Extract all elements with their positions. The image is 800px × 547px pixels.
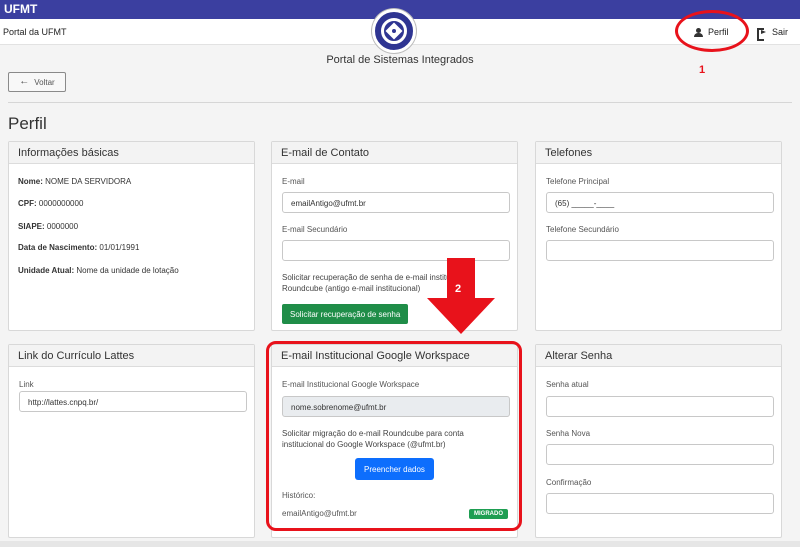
current-password-label: Senha atual xyxy=(546,380,589,389)
lattes-card: Link do Currículo Lattes Link http://lat… xyxy=(8,344,255,538)
annotation-arrow-icon xyxy=(427,258,495,334)
main-phone-input[interactable]: (65) _____-____ xyxy=(546,192,774,213)
main-phone-label: Telefone Principal xyxy=(546,177,610,186)
confirm-password-label: Confirmação xyxy=(546,478,592,487)
change-password-title: Alterar Senha xyxy=(536,345,781,367)
phones-title: Telefones xyxy=(536,142,781,164)
new-password-input[interactable] xyxy=(546,444,774,465)
info-birth-date: Data de Nascimento: 01/01/1991 xyxy=(18,243,140,252)
divider xyxy=(8,102,792,103)
logout-icon xyxy=(757,27,767,41)
logout-button[interactable]: Sair xyxy=(757,27,789,41)
request-password-recovery-button[interactable]: Solicitar recuperação de senha xyxy=(282,304,409,324)
current-password-input[interactable] xyxy=(546,396,774,417)
page-subtitle: Portal de Sistemas Integrados xyxy=(326,54,474,66)
page-title: Perfil xyxy=(8,114,47,133)
annotation-number-2: 2 xyxy=(455,283,462,295)
lattes-link-input[interactable]: http://lattes.cnpq.br/ xyxy=(19,391,247,412)
bottom-strip xyxy=(0,541,800,547)
ufmt-logo-icon xyxy=(372,9,416,53)
annotation-box xyxy=(266,341,522,531)
lattes-title: Link do Currículo Lattes xyxy=(9,345,254,367)
brand-label: UFMT xyxy=(4,2,38,16)
change-password-card: Alterar Senha Senha atual Senha Nova Con… xyxy=(535,344,782,538)
contact-email-input[interactable]: emailAntigo@ufmt.br xyxy=(282,192,510,213)
basic-info-card: Informações básicas Nome: NOME DA SERVID… xyxy=(8,141,255,331)
info-cpf: CPF: 0000000000 xyxy=(18,199,84,208)
contact-email-title: E-mail de Contato xyxy=(272,142,517,164)
contact-email-label: E-mail xyxy=(282,177,305,186)
secondary-phone-input[interactable] xyxy=(546,240,774,261)
lattes-link-label: Link xyxy=(19,380,34,389)
back-button[interactable]: ← Voltar xyxy=(8,72,66,92)
annotation-ellipse xyxy=(675,10,749,52)
info-siape: SIAPE: 0000000 xyxy=(18,222,79,231)
arrow-left-icon: ← xyxy=(19,76,30,87)
confirm-password-input[interactable] xyxy=(546,493,774,514)
back-label: Voltar xyxy=(34,77,55,87)
new-password-label: Senha Nova xyxy=(546,429,591,438)
portal-link[interactable]: Portal da UFMT xyxy=(3,27,67,37)
info-unit: Unidade Atual: Nome da unidade de lotaçã… xyxy=(18,266,179,275)
secondary-email-label: E-mail Secundário xyxy=(282,225,348,234)
phones-card: Telefones Telefone Principal (65) _____-… xyxy=(535,141,782,331)
secondary-phone-label: Telefone Secundário xyxy=(546,225,619,234)
basic-info-title: Informações básicas xyxy=(9,142,254,164)
logout-label: Sair xyxy=(772,27,789,37)
info-name: Nome: NOME DA SERVIDORA xyxy=(18,177,132,186)
